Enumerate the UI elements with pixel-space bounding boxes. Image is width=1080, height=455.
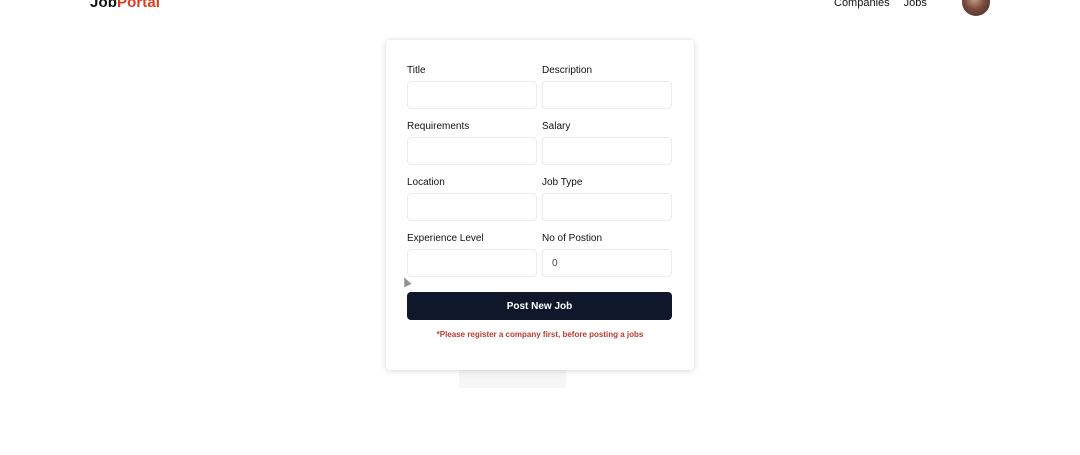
experience-level-input[interactable] xyxy=(407,249,537,277)
positions-input[interactable] xyxy=(542,249,672,277)
logo-text-job: Job xyxy=(90,0,117,11)
register-company-warning: *Please register a company first, before… xyxy=(436,330,644,339)
description-input[interactable] xyxy=(542,81,672,109)
logo[interactable]: JobPortal xyxy=(90,0,160,11)
location-field: Location xyxy=(407,177,537,221)
avatar[interactable] xyxy=(962,0,990,16)
requirements-field: Requirements xyxy=(407,121,537,165)
location-label: Location xyxy=(407,177,445,188)
positions-label: No of Postion xyxy=(542,233,603,244)
experience-level-label: Experience Level xyxy=(407,233,484,244)
job-type-input[interactable] xyxy=(542,193,672,221)
positions-field: No of Postion xyxy=(542,233,672,277)
title-label: Title xyxy=(407,65,426,76)
salary-input[interactable] xyxy=(542,137,672,165)
post-new-job-button[interactable]: Post New Job xyxy=(407,292,672,320)
salary-field: Salary xyxy=(542,121,672,165)
location-input[interactable] xyxy=(407,193,537,221)
title-input[interactable] xyxy=(407,81,537,109)
navbar: JobPortal Companies Jobs xyxy=(0,0,1080,20)
post-job-form: Title Description Requirements Salary Lo… xyxy=(386,40,694,370)
requirements-input[interactable] xyxy=(407,137,537,165)
job-type-label: Job Type xyxy=(542,177,583,188)
title-field: Title xyxy=(407,65,537,109)
logo-text-portal: Portal xyxy=(116,0,161,11)
nav-links: Companies Jobs xyxy=(834,0,927,9)
salary-label: Salary xyxy=(542,121,571,132)
description-field: Description xyxy=(542,65,672,109)
requirements-label: Requirements xyxy=(407,121,470,132)
nav-link-companies[interactable]: Companies xyxy=(834,0,890,9)
nav-link-jobs[interactable]: Jobs xyxy=(904,0,927,9)
experience-level-field: Experience Level xyxy=(407,233,537,277)
job-type-field: Job Type xyxy=(542,177,672,221)
description-label: Description xyxy=(542,65,593,76)
